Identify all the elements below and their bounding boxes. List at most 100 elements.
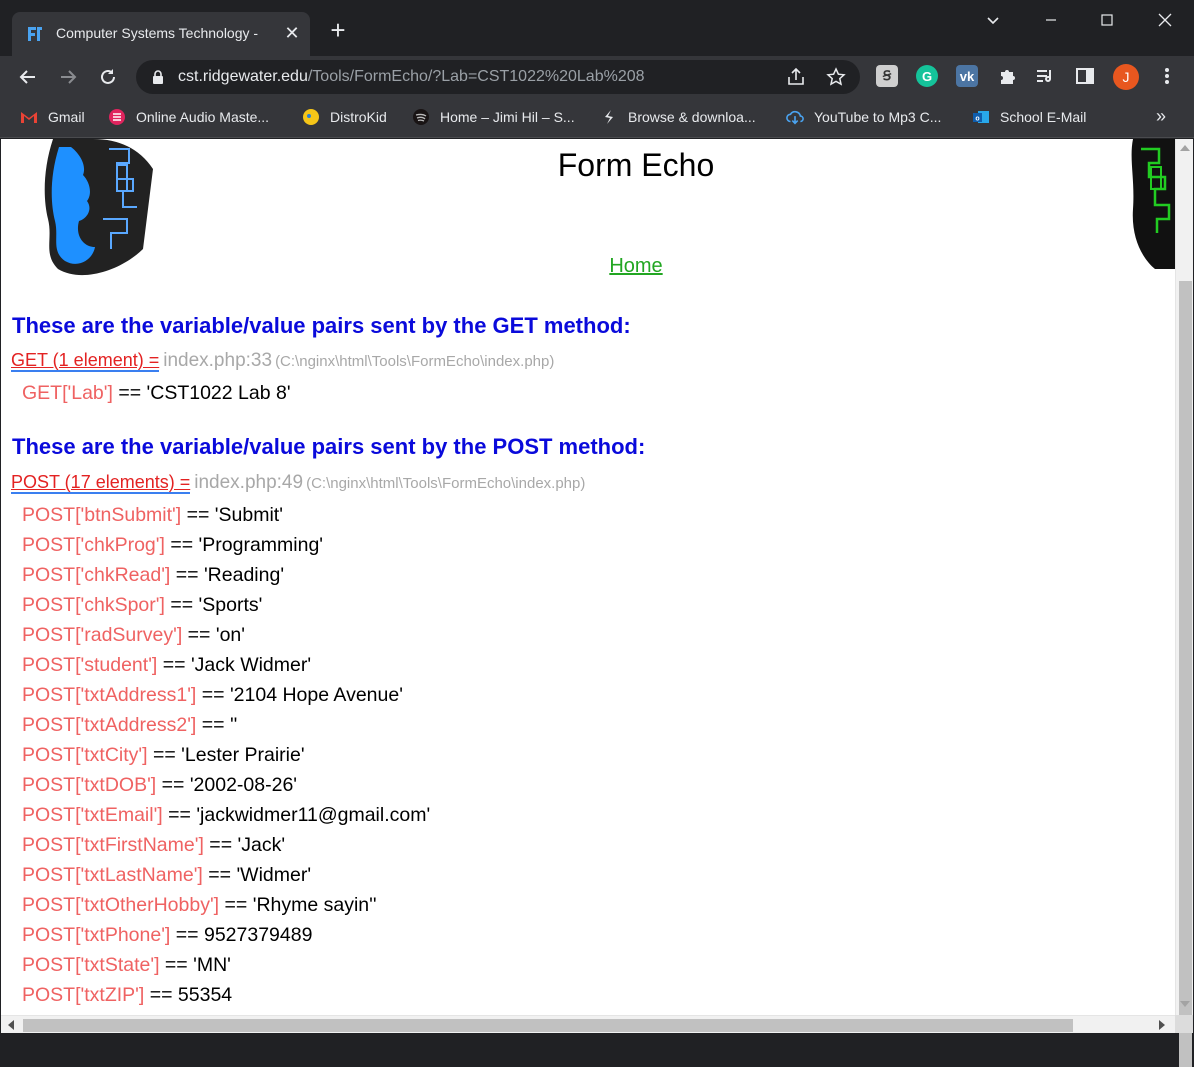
bookmark-youtube-mp3[interactable]: YouTube to Mp3 C... xyxy=(786,106,941,128)
post-row-value: == '2104 Hope Avenue' xyxy=(196,684,403,706)
post-row-value: == 'Sports' xyxy=(164,594,263,616)
forward-icon[interactable] xyxy=(54,63,82,91)
post-row-key: POST['chkRead'] xyxy=(22,564,171,586)
get-dump-location: index.php:33 xyxy=(163,350,273,371)
post-row-value: == 'jackwidmer11@gmail.com' xyxy=(162,804,431,826)
post-row: POST['txtDOB'] == '2002-08-26' xyxy=(22,774,297,797)
grammarly-icon[interactable]: G xyxy=(916,65,938,87)
post-row-value: == 'Reading' xyxy=(170,564,285,586)
post-row: POST['txtCity'] == 'Lester Prairie' xyxy=(22,744,305,767)
page-title: Form Echo xyxy=(557,147,715,183)
tab-search-icon[interactable] xyxy=(964,0,1022,40)
menu-kebab-icon[interactable] xyxy=(1156,65,1178,87)
browser-tab[interactable]: Computer Systems Technology - ✕ xyxy=(12,12,310,56)
gmail-icon xyxy=(20,108,38,126)
bookmark-star-icon[interactable] xyxy=(826,67,846,87)
page-viewport: Form Echo Home These are the variable/va… xyxy=(1,139,1175,1015)
post-row: POST['txtOtherHobby'] == 'Rhyme sayin'' xyxy=(22,894,377,917)
bookmark-jimi-hil[interactable]: Home – Jimi Hil – S... xyxy=(412,106,575,128)
horizontal-scroll-thumb[interactable] xyxy=(23,1019,1073,1032)
post-row-key: POST['txtAddress2'] xyxy=(22,714,197,736)
post-dump-label[interactable]: POST (17 elements) = xyxy=(11,472,191,494)
scroll-left-arrow-icon[interactable] xyxy=(8,1020,14,1030)
horizontal-scrollbar[interactable] xyxy=(1,1015,1175,1033)
get-row-key: GET['Lab'] xyxy=(22,382,113,404)
url-text[interactable]: cst.ridgewater.edu/Tools/FormEcho/?Lab=C… xyxy=(178,68,645,86)
audio-master-icon xyxy=(108,108,126,126)
post-dump-location: index.php:49 xyxy=(194,472,304,493)
post-row: POST['chkRead'] == 'Reading' xyxy=(22,564,284,587)
post-row-value: == 'MN' xyxy=(159,954,231,976)
back-icon[interactable] xyxy=(14,63,42,91)
post-row-key: POST['btnSubmit'] xyxy=(22,504,182,526)
vk-icon[interactable]: vk xyxy=(956,65,978,87)
outlook-icon: o xyxy=(972,108,990,126)
bookmark-browse-download[interactable]: Browse & downloa... xyxy=(600,106,756,128)
get-dump-path: (C:\nginx\html\Tools\FormEcho\index.php) xyxy=(275,353,555,370)
get-section-heading: These are the variable/value pairs sent … xyxy=(12,313,631,338)
post-row-key: POST['txtZIP'] xyxy=(22,984,145,1006)
title-bar: Computer Systems Technology - ✕ + xyxy=(0,0,1194,56)
post-row-value: == 'on' xyxy=(182,624,245,646)
post-row-key: POST['txtLastName'] xyxy=(22,864,203,886)
lock-icon[interactable] xyxy=(150,69,166,85)
maximize-icon[interactable] xyxy=(1078,0,1136,40)
post-row: POST['radSurvey'] == 'on' xyxy=(22,624,245,647)
scroll-right-arrow-icon[interactable] xyxy=(1159,1020,1165,1030)
post-row-value: == 'Jack' xyxy=(203,834,286,856)
new-tab-icon[interactable]: + xyxy=(326,17,350,43)
post-row: POST['chkProg'] == 'Programming' xyxy=(22,534,323,557)
close-window-icon[interactable] xyxy=(1136,0,1194,40)
post-row-key: POST['radSurvey'] xyxy=(22,624,183,646)
bookmark-online-audio-master[interactable]: Online Audio Maste... xyxy=(108,106,269,128)
post-row: POST['txtLastName'] == 'Widmer' xyxy=(22,864,311,887)
share-icon[interactable] xyxy=(786,67,806,87)
get-dump-header: GET (1 element) = index.php:33 (C:\nginx\h… xyxy=(11,350,554,372)
scroll-up-arrow-icon[interactable] xyxy=(1180,145,1190,151)
minimize-icon[interactable] xyxy=(1022,0,1080,40)
post-row-key: POST['txtOtherHobby'] xyxy=(22,894,220,916)
tab-close-icon[interactable]: ✕ xyxy=(282,23,302,43)
post-row-value: == '2002-08-26' xyxy=(156,774,298,796)
get-row-value: == 'CST1022 Lab 8' xyxy=(112,382,291,404)
post-row: POST['chkSpor'] == 'Sports' xyxy=(22,594,262,617)
browser-toolbar: cst.ridgewater.edu/Tools/FormEcho/?Lab=C… xyxy=(0,56,1194,98)
bookmark-school-email[interactable]: o School E-Mail xyxy=(972,106,1086,128)
extensions-puzzle-icon[interactable] xyxy=(996,65,1018,87)
scroll-down-arrow-icon[interactable] xyxy=(1180,1001,1190,1007)
side-panel-icon[interactable] xyxy=(1074,65,1096,87)
splice-icon xyxy=(600,108,618,126)
cst-favicon-icon xyxy=(28,27,42,41)
vertical-scroll-thumb[interactable] xyxy=(1179,281,1192,1067)
bookmarks-overflow-icon[interactable]: » xyxy=(1156,106,1166,127)
home-link-text[interactable]: Home xyxy=(609,255,662,277)
post-row-key: POST['chkSpor'] xyxy=(22,594,165,616)
reading-list-icon[interactable] xyxy=(1034,65,1056,87)
address-bar[interactable]: cst.ridgewater.edu/Tools/FormEcho/?Lab=C… xyxy=(136,60,860,94)
reload-icon[interactable] xyxy=(94,63,122,91)
bookmark-distrokid[interactable]: DistroKid xyxy=(302,106,387,128)
vertical-scrollbar[interactable] xyxy=(1175,139,1193,1067)
post-row: POST['txtPhone'] == 9527379489 xyxy=(22,924,312,947)
post-dump-header: POST (17 elements) = index.php:49 (C:\ngin… xyxy=(11,472,585,494)
post-row-value: == '' xyxy=(196,714,238,736)
post-row-key: POST['txtAddress1'] xyxy=(22,684,197,706)
post-row-key: POST['txtEmail'] xyxy=(22,804,163,826)
post-row-value: == 9527379489 xyxy=(170,924,313,946)
post-section-heading: These are the variable/value pairs sent … xyxy=(12,434,646,459)
post-row: POST['txtZIP'] == 55354 xyxy=(22,984,232,1007)
bookmarks-bar: Gmail Online Audio Maste... DistroKid Ho… xyxy=(0,98,1194,138)
post-row: POST['btnSubmit'] == 'Submit' xyxy=(22,504,283,527)
distrokid-icon xyxy=(302,108,320,126)
extension-r-icon[interactable]: Ꞩ xyxy=(876,65,898,87)
post-row-value: == 55354 xyxy=(144,984,233,1006)
profile-avatar[interactable]: J xyxy=(1113,64,1139,90)
post-row-key: POST['txtFirstName'] xyxy=(22,834,204,856)
bookmark-gmail[interactable]: Gmail xyxy=(20,106,85,128)
post-dump-path: (C:\nginx\html\Tools\FormEcho\index.php) xyxy=(306,475,586,492)
home-link[interactable]: Home xyxy=(1,255,1175,278)
post-row-value: == 'Jack Widmer' xyxy=(157,654,312,676)
get-dump-label[interactable]: GET (1 element) = xyxy=(11,350,160,372)
tab-title: Computer Systems Technology - xyxy=(56,25,259,41)
post-row: POST['txtEmail'] == 'jackwidmer11@gmail.… xyxy=(22,804,430,827)
